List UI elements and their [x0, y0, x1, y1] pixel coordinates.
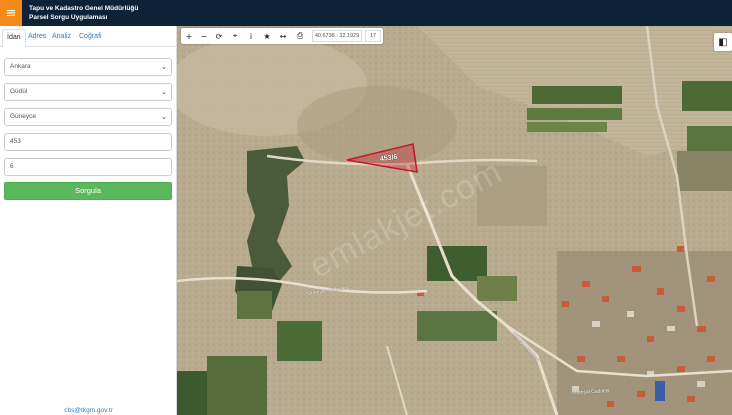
- coordinate-readout: 40.6738 : 32.1929: [312, 30, 362, 42]
- il-select[interactable]: Ankara ⌄: [4, 58, 172, 76]
- parsel-input[interactable]: 6: [4, 158, 172, 176]
- chevron-down-icon: ⌄: [161, 113, 167, 121]
- refresh-icon[interactable]: ⟳: [212, 28, 226, 44]
- ilce-select[interactable]: Güdül ⌄: [4, 83, 172, 101]
- locate-icon[interactable]: ⌖: [228, 28, 242, 44]
- info-icon[interactable]: i: [244, 28, 258, 44]
- il-select-value: Ankara: [10, 63, 31, 70]
- layers-icon[interactable]: ◧: [714, 33, 732, 51]
- sidebar: İdari Adres Analiz Coğrafi Ankara ⌄ Güdü…: [0, 26, 177, 415]
- ilce-select-value: Güdül: [10, 88, 28, 95]
- menu-icon[interactable]: ≡: [0, 0, 22, 26]
- app-title: Tapu ve Kadastro Genel Müdürlüğü Parsel …: [29, 4, 138, 22]
- app-header: ≡ Tapu ve Kadastro Genel Müdürlüğü Parse…: [0, 0, 732, 26]
- print-icon[interactable]: ⎙: [293, 28, 307, 44]
- tab-cografi[interactable]: Coğrafi: [75, 29, 106, 47]
- zoom-out-button[interactable]: −: [197, 28, 211, 44]
- ada-input-value: 453: [10, 138, 21, 145]
- app-title-line1: Tapu ve Kadastro Genel Müdürlüğü: [29, 5, 139, 12]
- map-view[interactable]: Güneyce Mahallesi Mareşal Caddesi Mareşa…: [177, 26, 732, 415]
- sidebar-tabs: İdari Adres Analiz Coğrafi: [0, 26, 177, 47]
- map-toolbar: + − ⟳ ⌖ i ★ ↔ ⎙ 40.6738 : 32.1929 17: [181, 28, 383, 44]
- ada-input[interactable]: 453: [4, 133, 172, 151]
- zoom-in-button[interactable]: +: [182, 28, 196, 44]
- parsel-input-value: 6: [10, 163, 14, 170]
- measure-icon[interactable]: ↔: [276, 28, 290, 44]
- star-icon[interactable]: ★: [260, 28, 274, 44]
- chevron-down-icon: ⌄: [161, 63, 167, 71]
- tab-adres[interactable]: Adres: [24, 29, 50, 47]
- chevron-down-icon: ⌄: [161, 88, 167, 96]
- mahalle-select[interactable]: Güneyce ⌄: [4, 108, 172, 126]
- app-title-line2: Parsel Sorgu Uygulaması: [29, 14, 108, 21]
- zoom-level-readout: 17: [365, 30, 381, 42]
- tab-idari[interactable]: İdari: [2, 29, 26, 47]
- mahalle-select-value: Güneyce: [10, 113, 37, 120]
- sorgula-button[interactable]: Sorgula: [4, 182, 172, 200]
- tab-analiz[interactable]: Analiz: [48, 29, 75, 47]
- satellite-imagery: [177, 26, 732, 415]
- contact-email-link[interactable]: cbs@tkgm.gov.tr: [0, 407, 177, 414]
